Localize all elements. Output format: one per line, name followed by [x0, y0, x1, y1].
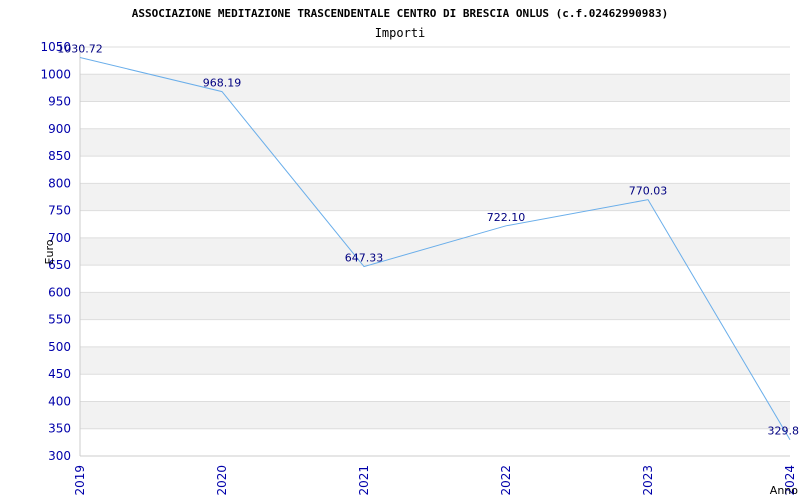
grid-band — [80, 183, 790, 211]
y-tick-label: 550 — [48, 313, 71, 327]
x-axis-ticks: 2019 2020 2021 2022 2023 2024 — [73, 465, 797, 496]
data-label: 968.19 — [203, 77, 242, 90]
data-label: 722.10 — [487, 211, 526, 224]
grid-bands — [80, 74, 790, 429]
data-label: 1030.72 — [57, 43, 103, 56]
y-axis-label: Euro — [43, 239, 56, 264]
x-tick-label: 2021 — [357, 465, 371, 496]
y-tick-label: 350 — [48, 422, 71, 436]
grid-band — [80, 292, 790, 320]
chart-title: ASSOCIAZIONE MEDITAZIONE TRASCENDENTALE … — [132, 7, 668, 20]
line-chart: 3003504004505005506006507007508008509009… — [40, 7, 800, 497]
grid-band — [80, 401, 790, 429]
y-tick-label: 1000 — [40, 67, 71, 81]
x-tick-label: 2020 — [215, 465, 229, 496]
x-tick-label: 2023 — [641, 465, 655, 496]
y-tick-label: 850 — [48, 149, 71, 163]
y-tick-label: 950 — [48, 95, 71, 109]
y-tick-label: 900 — [48, 122, 71, 136]
y-tick-label: 800 — [48, 176, 71, 190]
y-tick-label: 500 — [48, 340, 71, 354]
data-label: 770.03 — [629, 185, 668, 198]
data-label: 329.8 — [768, 425, 800, 438]
y-tick-label: 300 — [48, 449, 71, 463]
y-tick-label: 600 — [48, 285, 71, 299]
x-axis-label: Anno — [770, 484, 798, 497]
grid-band — [80, 74, 790, 102]
data-label: 647.33 — [345, 252, 384, 265]
y-tick-label: 750 — [48, 204, 71, 218]
x-tick-label: 2019 — [73, 465, 87, 496]
y-tick-label: 450 — [48, 367, 71, 381]
grid-band — [80, 128, 790, 157]
x-tick-label: 2022 — [499, 465, 513, 496]
y-tick-label: 400 — [48, 394, 71, 408]
chart-subtitle: Importi — [375, 26, 426, 40]
grid-band — [80, 237, 790, 266]
grid-band — [80, 346, 790, 375]
